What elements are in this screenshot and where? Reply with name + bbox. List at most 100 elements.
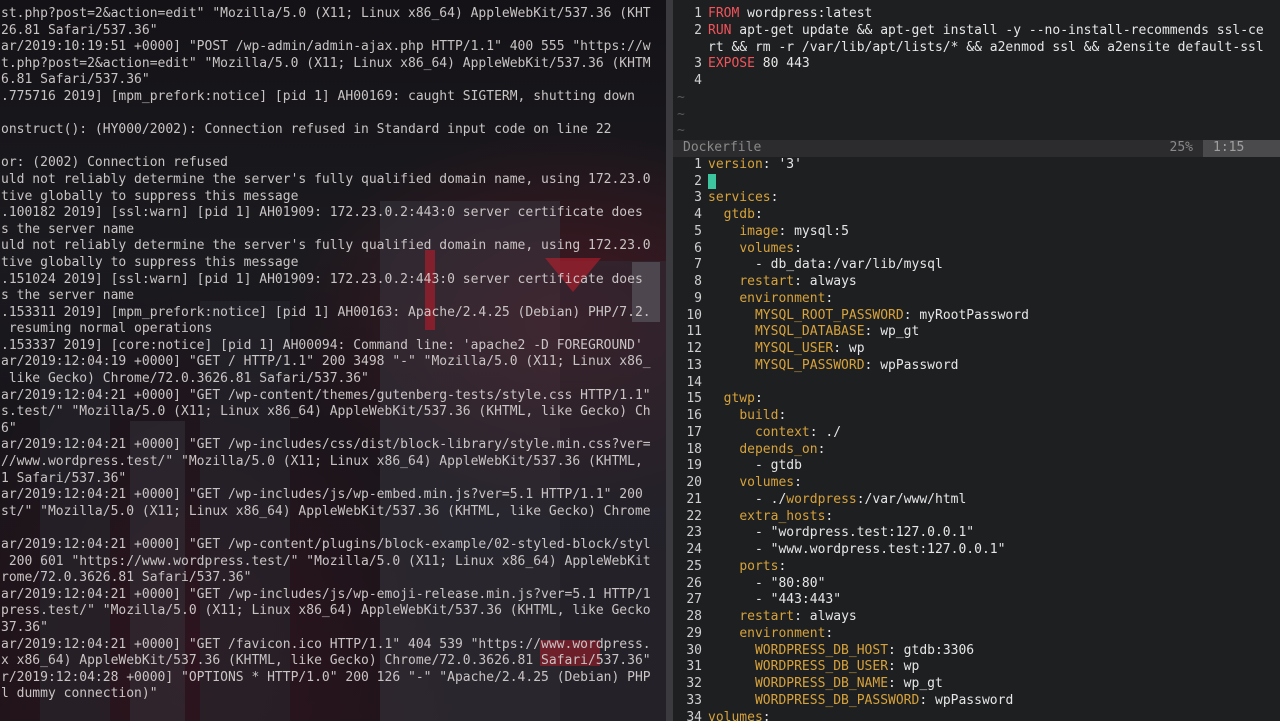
code-line[interactable]: 16 build:	[673, 408, 1280, 425]
line-number: 16	[686, 408, 702, 423]
log-terminal[interactable]: st.php?post=2&action=edit" "Mozilla/5.0 …	[0, 0, 666, 721]
log-line: .153311 2019] [mpm_prefork:notice] [pid …	[1, 304, 651, 320]
code-line[interactable]: 25 ports:	[673, 559, 1280, 576]
code-line[interactable]: 14	[673, 375, 1280, 392]
code-line[interactable]: 11 MYSQL_DATABASE: wp_gt	[673, 324, 1280, 341]
line-number: 13	[686, 357, 702, 373]
desktop-screen: st.php?post=2&action=edit" "Mozilla/5.0 …	[0, 0, 1280, 721]
code-line[interactable]: 1 version: '3'	[673, 157, 1280, 174]
code-line[interactable]: 10 MYSQL_ROOT_PASSWORD: myRootPassword	[673, 308, 1280, 325]
yaml-key: gtdb	[723, 207, 755, 222]
code-text: gtwp:	[723, 391, 763, 407]
code-text: build:	[739, 408, 787, 423]
code-line[interactable]: 26 - "80:80"	[673, 576, 1280, 593]
code-line[interactable]: 21 - ./wordpress:/var/www/html	[673, 492, 1280, 509]
code-line[interactable]: 27 - "443:443"	[673, 592, 1280, 609]
docker-compose-buffer[interactable]: 1 version: '3' 2 3 services: 4 gtdb: 5 image: …	[673, 157, 1280, 721]
yaml-key: volumes	[739, 240, 795, 256]
code-line[interactable]: 4 gtdb:	[673, 207, 1280, 224]
line-number: 22	[686, 508, 702, 524]
code-line[interactable]: 23 - "wordpress.test:127.0.0.1"	[673, 525, 1280, 542]
code-text: - db_data:/var/lib/mysql	[708, 257, 943, 273]
code-line[interactable]: 22 extra_hosts:	[673, 509, 1280, 526]
log-line: resuming normal operations	[1, 321, 213, 337]
code-line[interactable]: 3 services:	[673, 190, 1280, 207]
code-line[interactable]: 31 WORDPRESS_DB_USER: wp	[673, 659, 1280, 676]
code-text: - ./wordpress:/var/www/html	[708, 491, 967, 507]
code-text: ports:	[739, 558, 787, 574]
code-line[interactable]: 15 gtwp:	[673, 391, 1280, 408]
code-line[interactable]: 2 RUN apt-get update && apt-get install -…	[673, 23, 1280, 40]
line-number: 19	[686, 458, 702, 474]
status-filename: Dockerfile	[683, 140, 762, 155]
code-line[interactable]: 34 volumes:	[673, 710, 1280, 721]
code-line[interactable]: 1 FROM wordpress:latest	[673, 6, 1280, 23]
log-line: .153337 2019] [core:notice] [pid 1] AH00…	[1, 337, 643, 353]
yaml-value: db_data:/var/lib/mysql	[770, 257, 943, 273]
log-line: ar/2019:12:04:21 +0000] "GET /favicon.ic…	[1, 636, 651, 652]
code-line[interactable]: rt && rm -r /var/lib/apt/lists/* && a2en…	[673, 40, 1280, 57]
code-line[interactable]: 9 environment:	[673, 291, 1280, 308]
log-line: ar/2019:10:19:51 +0000] "POST /wp-admin/…	[1, 39, 651, 55]
log-line: rome/72.0.3626.81 Safari/537.36"	[1, 570, 252, 586]
code-line[interactable]: 30 WORDPRESS_DB_HOST: gtdb:3306	[673, 643, 1280, 660]
code-line[interactable]: 4	[673, 73, 1280, 90]
yaml-key: restart	[739, 274, 795, 289]
code-line[interactable]: 12 MYSQL_USER: wp	[673, 341, 1280, 358]
code-text: WORDPRESS_DB_USER: wp	[754, 659, 920, 675]
line-number: 4	[694, 73, 702, 88]
code-text: environment:	[739, 625, 834, 641]
code-text: rt && rm -r /var/lib/apt/lists/* && a2en…	[708, 39, 1264, 55]
code-line[interactable]: 3 EXPOSE 80 443	[673, 56, 1280, 73]
code-text: RUN apt-get update && apt-get install -y…	[708, 22, 1264, 38]
code-text: MYSQL_DATABASE: wp_gt	[754, 324, 920, 340]
code-line[interactable]: 5 image: mysql:5	[673, 224, 1280, 241]
line-number: 34	[686, 709, 702, 721]
code-line[interactable]: 2	[673, 173, 1280, 191]
code-line[interactable]: 28 restart: always	[673, 609, 1280, 626]
code-text: volumes:	[739, 475, 802, 490]
log-line: r/2019:12:04:28 +0000] "OPTIONS * HTTP/1…	[1, 669, 651, 685]
log-line: st/" "Mozilla/5.0 (X11; Linux x86_64) Ap…	[1, 503, 651, 519]
yaml-key: WORDPRESS_DB_HOST	[754, 642, 889, 658]
tilde-marker: ~	[677, 89, 685, 105]
code-text: depends_on:	[739, 441, 826, 457]
line-number: 28	[686, 609, 702, 624]
code-line[interactable]: 18 depends_on:	[673, 442, 1280, 459]
vim-editor[interactable]: 1 FROM wordpress:latest 2 RUN apt-get updat…	[673, 0, 1280, 721]
code-line[interactable]: 32 WORDPRESS_DB_NAME: wp_gt	[673, 676, 1280, 693]
line-number: 23	[686, 525, 702, 541]
yaml-key: WORDPRESS_DB_NAME	[754, 676, 889, 691]
pane-separator[interactable]	[666, 0, 673, 721]
code-line[interactable]: 19 - gtdb	[673, 458, 1280, 475]
yaml-key: ports	[739, 558, 779, 574]
code-line[interactable]: 29 environment:	[673, 626, 1280, 643]
code-line[interactable]: 24 - "www.wordpress.test:127.0.0.1"	[673, 542, 1280, 559]
line-number: 18	[686, 441, 702, 457]
code-text: - "443:443"	[708, 592, 842, 608]
log-line: ar/2019:12:04:21 +0000] "GET /wp-include…	[1, 487, 643, 503]
code-line[interactable]: 6 volumes:	[673, 241, 1280, 258]
code-line[interactable]: 8 restart: always	[673, 274, 1280, 291]
yaml-key: environment	[739, 290, 826, 306]
line-number: 9	[694, 290, 702, 306]
status-cursor-position: 1:15	[1203, 140, 1280, 157]
code-line[interactable]: 33 WORDPRESS_DB_PASSWORD: wpPassword	[673, 693, 1280, 710]
dockerfile-keyword: EXPOSE	[708, 56, 755, 72]
code-line[interactable]: 20 volumes:	[673, 475, 1280, 492]
log-line: 37.36"	[1, 619, 48, 635]
code-line[interactable]: 13 MYSQL_PASSWORD: wpPassword	[673, 358, 1280, 375]
line-number: 26	[686, 575, 702, 591]
yaml-key: context	[754, 424, 810, 440]
yaml-key: image	[739, 223, 779, 239]
yaml-key: depends_on	[739, 441, 818, 457]
code-line[interactable]: 17 context: ./	[673, 425, 1280, 442]
dockerfile-buffer[interactable]: 1 FROM wordpress:latest 2 RUN apt-get updat…	[673, 0, 1280, 90]
code-text: version: '3'	[708, 156, 802, 172]
code-line[interactable]: 7 - db_data:/var/lib/mysql	[673, 257, 1280, 274]
line-number: 7	[694, 257, 702, 273]
line-number: 27	[686, 592, 702, 608]
line-number: 31	[686, 659, 702, 675]
